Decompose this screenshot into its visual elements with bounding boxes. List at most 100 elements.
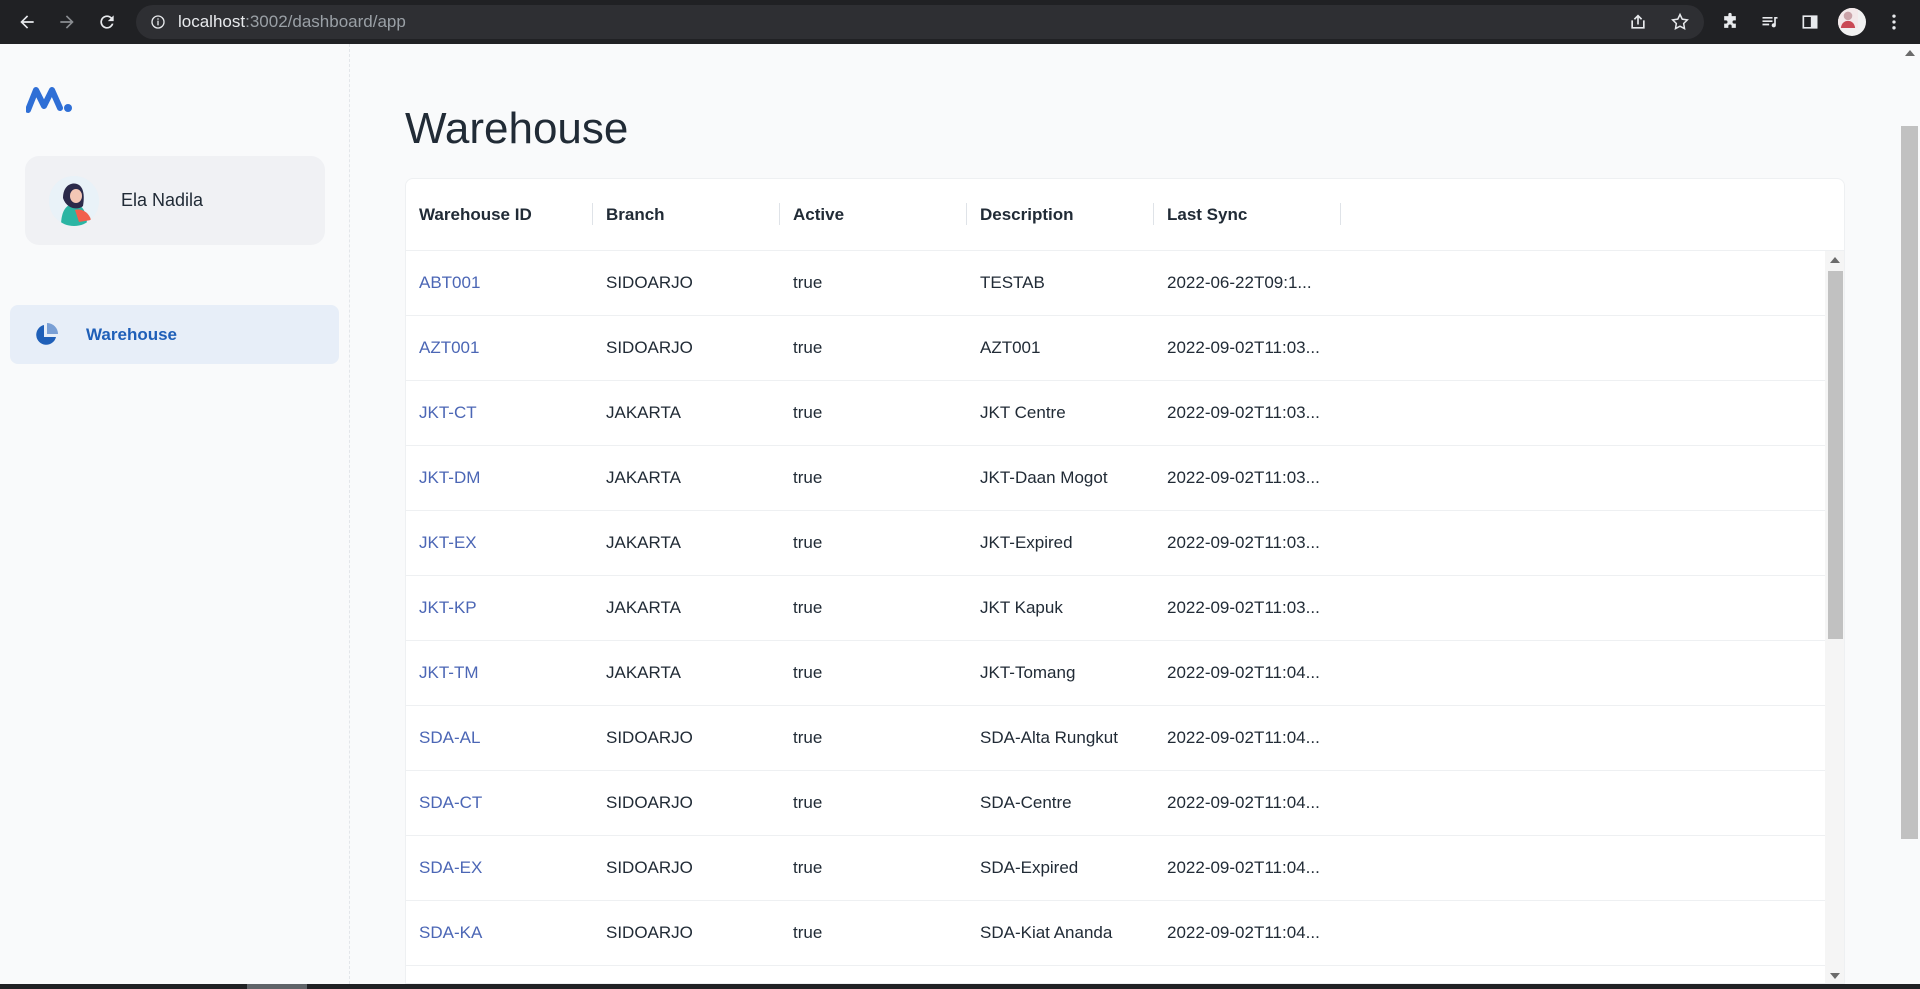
page-scrollbar[interactable] (1900, 44, 1920, 984)
column-header-last-sync[interactable]: Last Sync (1154, 202, 1341, 225)
table-scrollbar[interactable] (1825, 251, 1844, 983)
table-row[interactable]: JKT-DM JAKARTA true JKT-Daan Mogot 2022-… (406, 446, 1844, 511)
extensions-button[interactable] (1718, 9, 1742, 35)
cell-warehouse-id[interactable]: SDA-KA (406, 923, 593, 943)
app-root: Ela Nadila Warehouse Warehouse Warehouse… (0, 44, 1920, 984)
cell-branch: JAKARTA (606, 663, 681, 682)
reload-icon (100, 15, 114, 29)
profile-avatar[interactable] (1838, 8, 1866, 36)
cell-branch: SIDOARJO (606, 273, 693, 292)
cell-active: true (793, 468, 823, 487)
cell-description: SDA-Alta Rungkut (980, 728, 1118, 747)
table-header: Warehouse ID Branch Active Description L… (406, 179, 1844, 251)
cell-active: true (793, 273, 823, 292)
column-header-active[interactable]: Active (780, 202, 967, 225)
main-content: Warehouse Warehouse ID Branch Active Des… (405, 44, 1845, 984)
cell-branch: JAKARTA (606, 598, 681, 617)
browser-toolbar: localhost:3002/dashboard/app (0, 0, 1920, 44)
cell-active: true (793, 858, 823, 877)
cell-description: JKT Centre (980, 403, 1066, 422)
address-bar[interactable]: localhost:3002/dashboard/app (136, 5, 1704, 39)
cell-branch: SIDOARJO (606, 338, 693, 357)
column-header-warehouse-id[interactable]: Warehouse ID (406, 202, 593, 225)
table-row[interactable]: JKT-TM JAKARTA true JKT-Tomang 2022-09-0… (406, 641, 1844, 706)
forward-button[interactable] (54, 9, 80, 35)
cell-description: TESTAB (980, 273, 1045, 292)
cell-last-sync: 2022-09-02T11:03... (1167, 598, 1320, 617)
cell-warehouse-id[interactable]: AZT001 (406, 338, 593, 358)
cell-branch: SIDOARJO (606, 728, 693, 747)
cell-active: true (793, 663, 823, 682)
cell-last-sync: 2022-09-02T11:03... (1167, 338, 1320, 357)
table-row[interactable]: SDA-AL SIDOARJO true SDA-Alta Rungkut 20… (406, 706, 1844, 771)
sidebar-item-warehouse[interactable]: Warehouse (10, 305, 339, 364)
sidebar-item-label: Warehouse (86, 324, 178, 344)
url-host: localhost (178, 12, 246, 31)
account-card[interactable]: Ela Nadila (25, 156, 325, 245)
cell-description: SDA-Centre (980, 793, 1072, 812)
scroll-down-arrow[interactable] (1830, 973, 1840, 979)
cell-last-sync: 2022-09-02T11:03... (1167, 468, 1320, 487)
cell-last-sync: 2022-09-02T11:04... (1167, 923, 1320, 942)
cell-active: true (793, 403, 823, 422)
cell-branch: JAKARTA (606, 533, 681, 552)
cell-description: JKT-Tomang (980, 663, 1076, 682)
cell-last-sync: 2022-09-02T11:04... (1167, 663, 1320, 682)
table-row[interactable]: ABT001 SIDOARJO true TESTAB 2022-06-22T0… (406, 251, 1844, 316)
cell-warehouse-id[interactable]: JKT-TM (406, 663, 593, 683)
puzzle-icon (1724, 12, 1736, 28)
table-row[interactable]: SDA-KA SIDOARJO true SDA-Kiat Ananda 202… (406, 901, 1844, 966)
table-row[interactable]: JKT-EX JAKARTA true JKT-Expired 2022-09-… (406, 511, 1844, 576)
table-row[interactable]: JKT-KP JAKARTA true JKT Kapuk 2022-09-02… (406, 576, 1844, 641)
sidebar: Ela Nadila Warehouse (0, 44, 350, 984)
browser-menu-button[interactable] (1882, 9, 1906, 35)
scrollbar-thumb[interactable] (1828, 271, 1843, 639)
cell-active: true (793, 338, 823, 357)
cell-last-sync: 2022-09-02T11:03... (1167, 533, 1320, 552)
cell-branch: SIDOARJO (606, 923, 693, 942)
column-header-branch[interactable]: Branch (593, 202, 780, 225)
table-row[interactable]: AZT001 SIDOARJO true AZT001 2022-09-02T1… (406, 316, 1844, 381)
page-title: Warehouse (405, 104, 629, 153)
cell-last-sync: 2022-09-02T11:04... (1167, 728, 1320, 747)
url-path: :3002/dashboard/app (245, 12, 406, 31)
cell-description: JKT Kapuk (980, 598, 1063, 617)
more-vertical-icon (1892, 14, 1896, 30)
window-bottom-edge (0, 984, 1920, 989)
logo-icon[interactable] (26, 84, 74, 114)
bookmark-star-icon[interactable] (1670, 12, 1690, 32)
queue-music-icon (1762, 17, 1778, 28)
cell-warehouse-id[interactable]: JKT-DM (406, 468, 593, 488)
arrow-right-icon (60, 15, 74, 29)
column-header-description[interactable]: Description (967, 202, 1154, 225)
cell-description: JKT-Daan Mogot (980, 468, 1108, 487)
arrow-left-icon (20, 15, 34, 29)
cell-active: true (793, 793, 823, 812)
cell-warehouse-id[interactable]: SDA-CT (406, 793, 593, 813)
taskbar-segment (247, 984, 307, 989)
table-body: ABT001 SIDOARJO true TESTAB 2022-06-22T0… (406, 251, 1844, 983)
cell-warehouse-id[interactable]: ABT001 (406, 273, 593, 293)
table-row[interactable]: JKT-CT JAKARTA true JKT Centre 2022-09-0… (406, 381, 1844, 446)
table-row[interactable]: SDA-CT SIDOARJO true SDA-Centre 2022-09-… (406, 771, 1844, 836)
page-scroll-up-arrow[interactable] (1905, 50, 1915, 56)
media-button[interactable] (1758, 9, 1782, 35)
cell-active: true (793, 598, 823, 617)
cell-warehouse-id[interactable]: JKT-EX (406, 533, 593, 553)
page-scrollbar-thumb[interactable] (1901, 126, 1918, 839)
share-icon[interactable] (1628, 12, 1648, 32)
reload-button[interactable] (94, 9, 120, 35)
cell-last-sync: 2022-06-22T09:1... (1167, 273, 1312, 292)
info-icon (151, 15, 165, 29)
scroll-up-arrow[interactable] (1830, 257, 1840, 263)
cell-warehouse-id[interactable]: JKT-CT (406, 403, 593, 423)
cell-warehouse-id[interactable]: SDA-AL (406, 728, 593, 748)
table-row[interactable]: SDA-EX SIDOARJO true SDA-Expired 2022-09… (406, 836, 1844, 901)
cell-warehouse-id[interactable]: JKT-KP (406, 598, 593, 618)
cell-last-sync: 2022-09-02T11:04... (1167, 793, 1320, 812)
url-text: localhost:3002/dashboard/app (178, 12, 406, 32)
warehouse-table: Warehouse ID Branch Active Description L… (405, 178, 1845, 984)
cell-warehouse-id[interactable]: SDA-EX (406, 858, 593, 878)
side-panel-button[interactable] (1798, 9, 1822, 35)
back-button[interactable] (14, 9, 40, 35)
